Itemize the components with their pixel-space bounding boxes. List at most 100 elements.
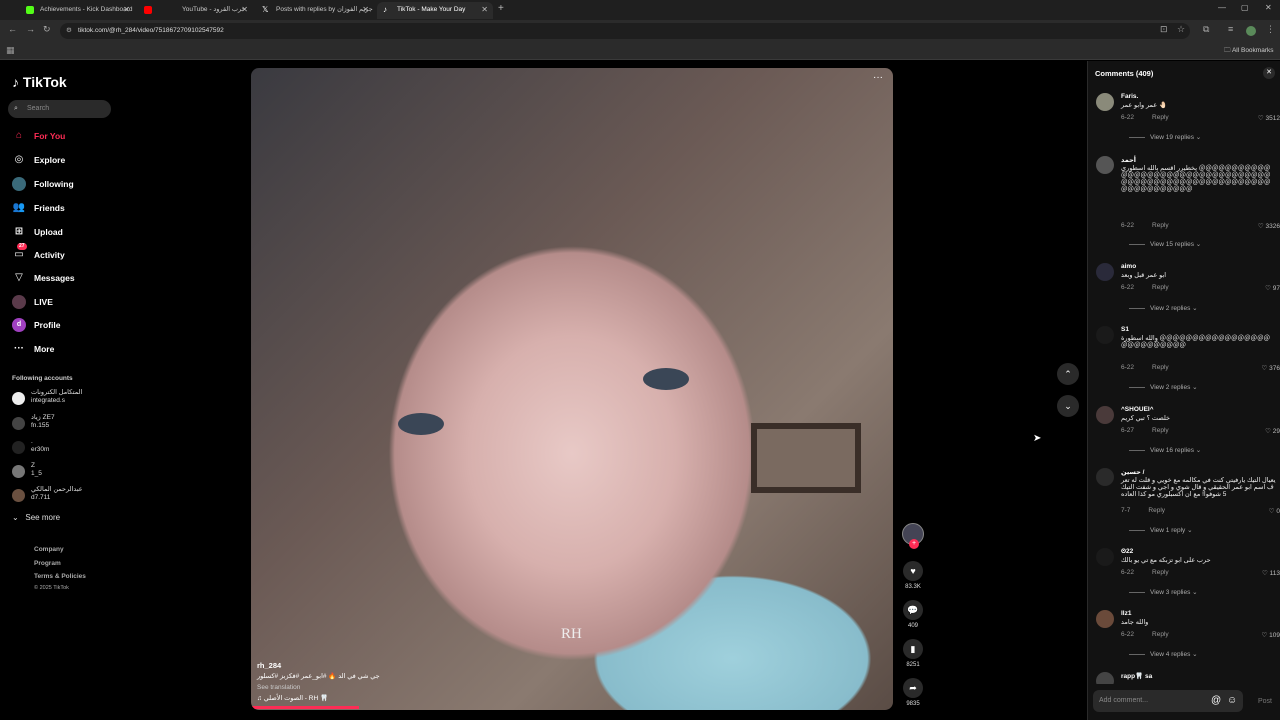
comment-likes[interactable]: ♡ 97	[1265, 284, 1280, 292]
tab-kick[interactable]: Achievements - Kick Dashboard ✕	[20, 2, 135, 19]
view-replies-button[interactable]: View 15 replies ⌄	[1129, 240, 1201, 248]
install-icon[interactable]: ⊡	[1160, 24, 1168, 35]
comment-author[interactable]: أحمد	[1121, 156, 1136, 164]
site-info-icon[interactable]: ⚙	[66, 23, 72, 39]
media-icon[interactable]: ≡	[1228, 24, 1233, 34]
video-player[interactable]: RH ···	[251, 68, 893, 710]
avatar[interactable]	[1096, 93, 1114, 111]
see-more-button[interactable]: ⌄ See more	[12, 513, 60, 522]
comment-author[interactable]: Faris.	[1121, 93, 1138, 100]
minimize-icon[interactable]: —	[1218, 3, 1226, 12]
comment-author[interactable]: حسين /	[1121, 468, 1144, 476]
account-item[interactable]: . er30m	[12, 438, 49, 460]
extensions-icon[interactable]: ⧉	[1203, 24, 1209, 35]
avatar[interactable]	[1096, 610, 1114, 628]
emoji-icon[interactable]: ☺	[1227, 695, 1237, 706]
star-icon[interactable]: ☆	[1177, 24, 1185, 35]
more-options-icon[interactable]: ···	[873, 72, 883, 83]
forward-icon[interactable]: →	[26, 24, 35, 34]
tab-x[interactable]: 𝕏 Posts with replies by جريم الفوزان ✕	[256, 2, 374, 19]
footer-terms[interactable]: Terms & Policies	[34, 573, 86, 580]
avatar[interactable]	[1096, 468, 1114, 486]
nav-live[interactable]: LIVE	[12, 295, 53, 311]
nav-explore[interactable]: ◎ Explore	[12, 153, 66, 169]
back-icon[interactable]: ←	[8, 24, 17, 34]
tab-tiktok[interactable]: ♪ TikTok - Make Your Day ✕	[377, 2, 493, 19]
avatar[interactable]	[1096, 263, 1114, 281]
footer-program[interactable]: Program	[34, 560, 61, 567]
nav-activity[interactable]: ▭ 27 Activity	[12, 243, 65, 264]
reply-button[interactable]: Reply	[1152, 284, 1169, 291]
reply-button[interactable]: Reply	[1148, 507, 1165, 514]
next-video-button[interactable]: ⌄	[1057, 395, 1079, 417]
comment-likes[interactable]: ♡ 109	[1262, 631, 1280, 639]
view-replies-button[interactable]: View 19 replies ⌄	[1129, 133, 1201, 141]
close-icon[interactable]: ✕	[1263, 67, 1275, 79]
reply-button[interactable]: Reply	[1152, 222, 1169, 229]
video-sound[interactable]: ♫ الصوت الأصلي - RH 🦷	[257, 693, 380, 704]
tiktok-logo[interactable]: ♪ TikTok	[12, 74, 67, 90]
window-close-icon[interactable]: ✕	[1265, 3, 1272, 12]
comment-author[interactable]: rapp🦷 sa	[1121, 672, 1152, 680]
comment-likes[interactable]: ♡ 0	[1269, 507, 1280, 515]
comment-likes[interactable]: ♡ 376	[1262, 364, 1280, 372]
account-item[interactable]: المتكامل الكترونات integrated.s	[12, 389, 82, 411]
apps-icon[interactable]: ▦	[6, 45, 15, 56]
new-tab-icon[interactable]: +	[498, 3, 504, 14]
view-replies-button[interactable]: View 16 replies ⌄	[1129, 446, 1201, 454]
reload-icon[interactable]: ↻	[43, 24, 51, 35]
comment-author[interactable]: ^SHOUEI^	[1121, 406, 1154, 413]
save-button[interactable]: ▮ 8251	[903, 639, 923, 668]
avatar[interactable]	[1096, 406, 1114, 424]
comment-author[interactable]: S1	[1121, 326, 1129, 333]
avatar[interactable]	[1096, 156, 1114, 174]
video-author[interactable]: rh_284	[257, 660, 380, 671]
comment-likes[interactable]: ♡ 113	[1262, 569, 1280, 577]
nav-profile[interactable]: d Profile	[12, 318, 60, 334]
nav-for-you[interactable]: ⌂ For You	[12, 129, 65, 145]
account-item[interactable]: Z 1_5	[12, 462, 42, 484]
url-input[interactable]: ⚙ tiktok.com/@rh_284/video/7518672709102…	[60, 23, 1190, 39]
avatar[interactable]	[1246, 26, 1256, 36]
share-button[interactable]: ➦ 9835	[903, 678, 923, 707]
close-icon[interactable]: ✕	[241, 2, 248, 18]
close-icon[interactable]: ✕	[123, 2, 130, 18]
reply-button[interactable]: Reply	[1152, 569, 1169, 576]
reply-button[interactable]: Reply	[1152, 631, 1169, 638]
view-replies-button[interactable]: View 4 replies ⌄	[1129, 650, 1198, 658]
all-bookmarks[interactable]: 🗀 All Bookmarks	[1224, 46, 1274, 57]
nav-upload[interactable]: ⊞ Upload	[12, 225, 63, 241]
view-replies-button[interactable]: View 2 replies ⌄	[1129, 304, 1198, 312]
account-item[interactable]: عبدالرحمن المالكي d7.711	[12, 486, 83, 508]
account-item[interactable]: زياد ZE7 fn.155	[12, 414, 55, 436]
tab-youtube[interactable]: YouTube - حرب القرود ✕	[138, 2, 253, 19]
post-button[interactable]: Post	[1258, 698, 1272, 705]
see-translation-link[interactable]: See translation	[257, 682, 380, 693]
view-replies-button[interactable]: View 2 replies ⌄	[1129, 383, 1198, 391]
nav-friends[interactable]: 👥 Friends	[12, 201, 65, 217]
nav-following[interactable]: Following	[12, 177, 74, 193]
video-progress-bar[interactable]	[251, 706, 359, 709]
close-icon[interactable]: ✕	[362, 2, 369, 18]
comment-likes[interactable]: ♡ 3512	[1258, 114, 1280, 122]
follow-plus-icon[interactable]: +	[909, 539, 919, 549]
nav-messages[interactable]: ▽ Messages	[12, 271, 75, 287]
author-avatar[interactable]: +	[902, 523, 924, 549]
comment-author[interactable]: ʘ22	[1121, 548, 1133, 555]
reply-button[interactable]: Reply	[1152, 114, 1169, 121]
avatar[interactable]	[1096, 326, 1114, 344]
view-replies-button[interactable]: View 3 replies ⌄	[1129, 588, 1198, 596]
comment-likes[interactable]: ♡ 29	[1265, 427, 1280, 435]
avatar[interactable]	[1096, 548, 1114, 566]
like-button[interactable]: ♥ 83.3K	[903, 561, 923, 590]
avatar[interactable]	[1096, 672, 1114, 684]
comment-button[interactable]: 💬 409	[903, 600, 923, 629]
view-replies-button[interactable]: View 1 reply ⌄	[1129, 526, 1193, 534]
comment-author[interactable]: aimo	[1121, 263, 1136, 270]
close-icon[interactable]: ✕	[481, 2, 488, 18]
nav-more[interactable]: ··· More	[12, 342, 54, 358]
reply-button[interactable]: Reply	[1152, 364, 1169, 371]
previous-video-button[interactable]: ⌃	[1057, 363, 1079, 385]
maximize-icon[interactable]: ▢	[1241, 3, 1249, 12]
comment-likes[interactable]: ♡ 3326	[1258, 222, 1280, 230]
